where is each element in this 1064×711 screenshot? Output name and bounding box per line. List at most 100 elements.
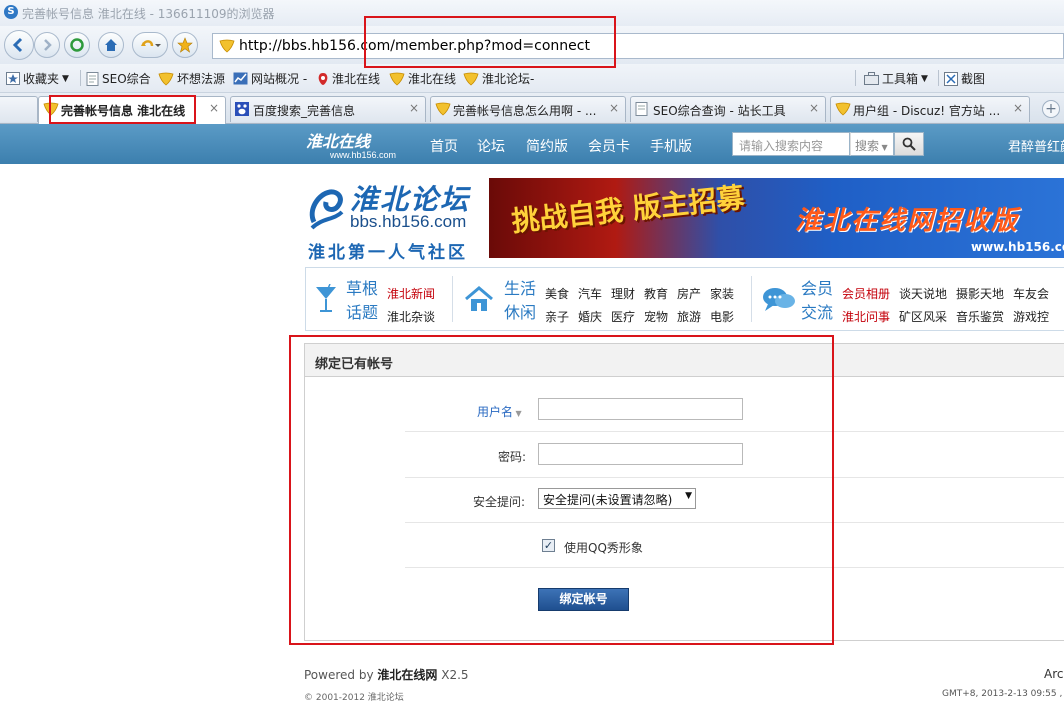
tab-seo-query[interactable]: SEO综合查询 - 站长工具 × <box>630 96 826 122</box>
link-huaibei-questions[interactable]: 淮北问事 <box>842 308 890 325</box>
link-auto[interactable]: 汽车 <box>578 285 602 302</box>
link-movies[interactable]: 电影 <box>710 308 734 325</box>
house-icon <box>465 286 493 311</box>
link-chit-chat[interactable]: 谈天说地 <box>899 285 947 302</box>
bookmark-huaibei-1[interactable]: 淮北在线 <box>317 70 380 87</box>
security-question-select[interactable]: 安全提问(未设置请忽略) ▼ <box>538 488 696 509</box>
bookmark-seo[interactable]: SEO综合 <box>86 70 151 87</box>
close-icon[interactable]: × <box>409 101 419 115</box>
search-icon <box>902 137 916 151</box>
address-bar[interactable]: http://bbs.hb156.com/member.php?mod=conn… <box>212 33 1064 59</box>
category-members[interactable]: 会员 <box>801 277 833 301</box>
category-divider <box>452 276 453 322</box>
nav-mobile[interactable]: 手机版 <box>650 136 692 156</box>
link-gamers[interactable]: 游戏控 <box>1013 308 1049 325</box>
category-leisure[interactable]: 休闲 <box>504 301 536 325</box>
nav-lite[interactable]: 简约版 <box>526 136 568 156</box>
page-icon <box>635 102 648 116</box>
category-life[interactable]: 生活 <box>504 277 536 301</box>
forum-logo-mark-icon <box>309 189 344 230</box>
link-wedding[interactable]: 婚庆 <box>578 308 602 325</box>
footer-site-link[interactable]: 淮北在线网 <box>377 668 437 682</box>
footer-archiver-link[interactable]: Arc <box>1044 667 1063 681</box>
category-nav: 草根 话题 淮北新闻 淮北杂谈 生活 休闲 美食 汽车 理财 教育 房产 家装 … <box>305 267 1064 331</box>
chart-icon <box>233 72 248 85</box>
tab-how-to-use[interactable]: 完善帐号信息怎么用啊 - ... × <box>430 96 626 122</box>
browser-toolbar: http://bbs.hb156.com/member.php?mod=conn… <box>0 26 1064 64</box>
bookmark-huaibei-forum[interactable]: 淮北论坛- <box>463 70 534 87</box>
link-pets[interactable]: 宠物 <box>644 308 668 325</box>
bookmarks-bar: 收藏夹 ▼ SEO综合 坏想法源 网站概况 - 淮北在线 淮北在线 淮北论坛- 工… <box>0 64 1064 93</box>
qq-show-checkbox[interactable]: ✓ <box>542 539 555 552</box>
refresh-button[interactable] <box>64 32 90 58</box>
close-icon[interactable]: × <box>809 101 819 115</box>
bind-account-button[interactable]: 绑定帐号 <box>538 588 629 611</box>
nav-forum[interactable]: 论坛 <box>477 136 505 156</box>
bookmark-idea[interactable]: 坏想法源 <box>158 70 225 87</box>
search-button[interactable] <box>894 132 924 156</box>
tab-user-group[interactable]: 用户组 - Discuz! 官方站 ... × <box>830 96 1030 122</box>
home-icon <box>105 39 117 51</box>
back-arrow-icon <box>12 37 23 53</box>
link-mining-area[interactable]: 矿区风采 <box>899 308 947 325</box>
nav-home[interactable]: 首页 <box>430 136 458 156</box>
ad-banner[interactable]: 挑战自我 版主招募 淮北在线网招收版 www.hb156.com <box>489 178 1064 258</box>
close-icon[interactable]: × <box>209 101 219 115</box>
screenshot-button[interactable]: 截图 <box>944 70 985 87</box>
current-user-link[interactable]: 君醉普红颜 <box>1008 136 1064 155</box>
row-divider <box>405 567 1064 568</box>
close-icon[interactable]: × <box>609 101 619 115</box>
link-music[interactable]: 音乐鉴赏 <box>956 308 1004 325</box>
browser-logo-icon: S <box>4 5 18 19</box>
home-button[interactable] <box>98 32 124 58</box>
bookmark-separator <box>938 70 939 86</box>
link-photography[interactable]: 摄影天地 <box>956 285 1004 302</box>
nav-member-card[interactable]: 会员卡 <box>588 136 630 156</box>
bookmark-huaibei-2[interactable]: 淮北在线 <box>389 70 456 87</box>
link-real-estate[interactable]: 房产 <box>677 285 701 302</box>
qq-show-label[interactable]: 使用QQ秀形象 <box>564 539 643 556</box>
username-type-select[interactable]: 用户名 ▼ <box>477 403 522 420</box>
link-education[interactable]: 教育 <box>644 285 668 302</box>
close-icon[interactable]: × <box>1013 101 1023 115</box>
toolbar-grip <box>855 70 856 86</box>
site-logo[interactable]: 淮北在线 www.hb156.com <box>306 128 396 160</box>
link-car-club[interactable]: 车友会 <box>1013 285 1049 302</box>
favicon-icon <box>43 102 59 116</box>
site-search-input[interactable]: 请输入搜索内容 <box>732 132 850 156</box>
category-grassroots[interactable]: 草根 <box>346 277 378 301</box>
forum-logo[interactable]: 淮北论坛 bbs.hb156.com 淮北第一人气社区 <box>306 178 482 263</box>
chevron-down-icon: ▼ <box>879 143 888 152</box>
username-input[interactable] <box>538 398 743 420</box>
link-finance[interactable]: 理财 <box>611 285 635 302</box>
bookmark-site-overview[interactable]: 网站概况 - <box>233 70 307 87</box>
link-member-album[interactable]: 会员相册 <box>842 285 890 302</box>
toolbox-button[interactable]: 工具箱 ▼ <box>864 70 928 87</box>
bookmark-favorites[interactable]: 收藏夹 ▼ <box>6 70 69 87</box>
tab-scroll-left[interactable] <box>0 96 38 122</box>
link-food[interactable]: 美食 <box>545 285 569 302</box>
link-medical[interactable]: 医疗 <box>611 308 635 325</box>
link-travel[interactable]: 旅游 <box>677 308 701 325</box>
category-exchange[interactable]: 交流 <box>801 301 833 325</box>
link-huaibei-news[interactable]: 淮北新闻 <box>387 285 435 302</box>
url-text: http://bbs.hb156.com/member.php?mod=conn… <box>239 38 590 54</box>
new-tab-plus-icon[interactable]: + <box>1042 100 1060 118</box>
undo-close-button[interactable] <box>132 32 168 58</box>
page-icon <box>86 71 99 86</box>
baidu-paw-icon <box>235 102 249 116</box>
link-huaibei-chat[interactable]: 淮北杂谈 <box>387 308 435 325</box>
site-top-bar: 淮北在线 www.hb156.com 首页 论坛 简约版 会员卡 手机版 请输入… <box>0 124 1064 164</box>
search-type-select[interactable]: 搜索 ▼ <box>850 132 894 156</box>
back-button[interactable] <box>4 30 34 60</box>
favorite-button[interactable] <box>172 32 198 58</box>
link-parenting[interactable]: 亲子 <box>545 308 569 325</box>
tab-baidu-search[interactable]: 百度搜索_完善信息 × <box>230 96 426 122</box>
link-decoration[interactable]: 家装 <box>710 285 734 302</box>
favicon-icon <box>158 72 174 86</box>
chat-bubbles-icon <box>763 288 795 311</box>
forward-button[interactable] <box>34 32 60 58</box>
password-input[interactable] <box>538 443 743 465</box>
category-topics[interactable]: 话题 <box>346 301 378 325</box>
tab-complete-account-info[interactable]: 完善帐号信息 淮北在线 × <box>38 96 226 124</box>
